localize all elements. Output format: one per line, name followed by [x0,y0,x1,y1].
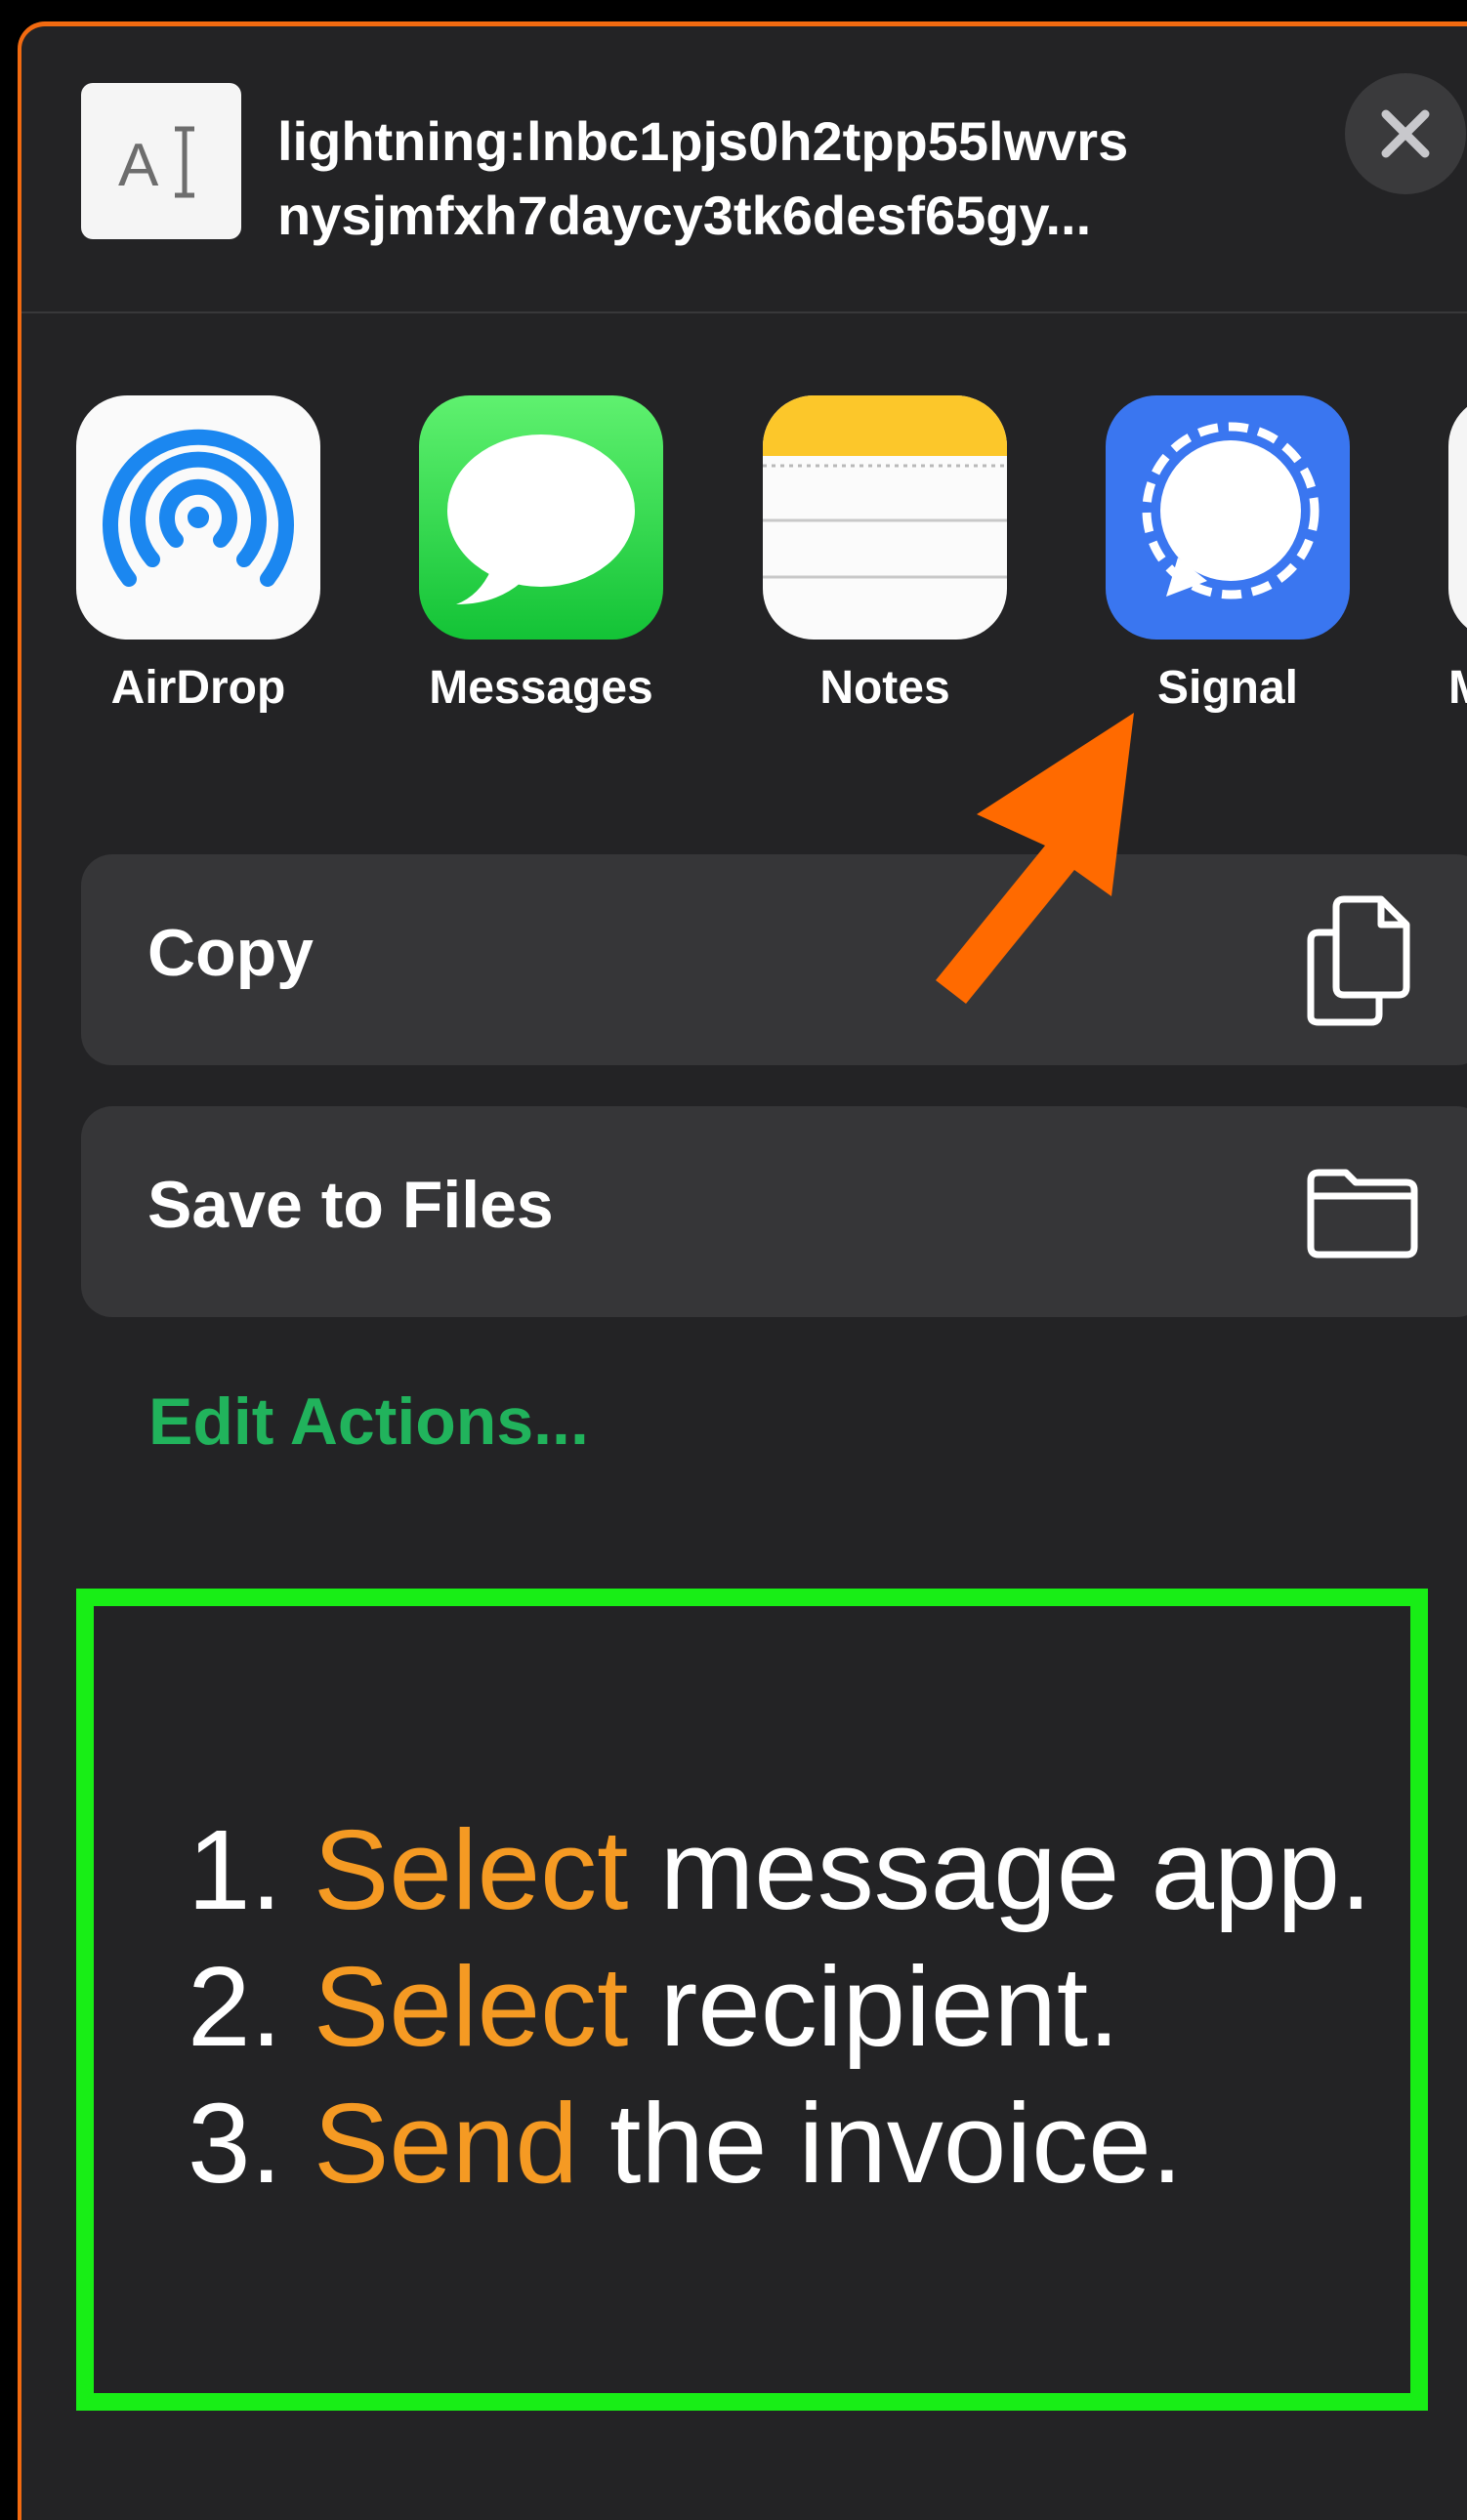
app-label-airdrop: AirDrop [110,662,286,714]
notes-icon [763,395,1007,640]
app-label-partial: M [1448,661,1467,715]
folder-icon [1307,1169,1418,1259]
messages-icon [419,395,663,640]
step-3-verb: Send [313,2080,578,2207]
step-3-number: 3. [188,2080,314,2207]
instruction-step-3: 3. Send the invoice. [188,2075,1371,2211]
close-icon [1381,109,1430,158]
signal-icon [1106,395,1350,640]
app-label-messages: Messages [429,662,653,714]
instructions-box: 1. Select message app. 2. Select recipie… [76,1589,1428,2411]
copy-label: Copy [147,916,314,990]
instruction-step-1: 1. Select message app. [188,1801,1371,1938]
instructions-list: 1. Select message app. 2. Select recipie… [188,1801,1371,2211]
link-thumbnail: A [81,83,241,239]
step-2-number: 2. [188,1943,314,2070]
airdrop-icon [76,395,320,640]
step-1-text: message app. [628,1806,1372,1933]
copy-action[interactable]: Copy [81,854,1467,1065]
instruction-step-2: 2. Select recipient. [188,1938,1371,2075]
text-document-icon: A [118,126,194,199]
copy-icon [1307,895,1410,1026]
edit-actions-link[interactable]: Edit Actions... [148,1384,589,1460]
share-sheet: A lightning:lnbc1pjs0h2tpp55lwvrs nysjmf… [18,21,1467,2520]
app-label-signal: Signal [1156,662,1299,714]
save-to-files-label: Save to Files [147,1168,554,1242]
partial-app-icon [1448,395,1467,640]
svg-text:A: A [118,132,159,199]
link-line-2: nysjmfxh7daycy3tk6desf65gy... [277,185,1092,246]
save-to-files-action[interactable]: Save to Files [81,1106,1467,1317]
close-button[interactable] [1345,73,1466,194]
app-label-notes: Notes [819,662,950,714]
step-3-text: the invoice. [577,2080,1183,2207]
share-sheet-header: A lightning:lnbc1pjs0h2tpp55lwvrs nysjmf… [21,26,1467,313]
step-2-text: recipient. [628,1943,1120,2070]
link-title: lightning:lnbc1pjs0h2tpp55lwvrs nysjmfxh… [277,104,1254,253]
step-1-number: 1. [188,1806,314,1933]
step-2-verb: Select [313,1943,629,2070]
step-1-verb: Select [313,1806,629,1933]
link-line-1: lightning:lnbc1pjs0h2tpp55lwvrs [277,110,1129,172]
